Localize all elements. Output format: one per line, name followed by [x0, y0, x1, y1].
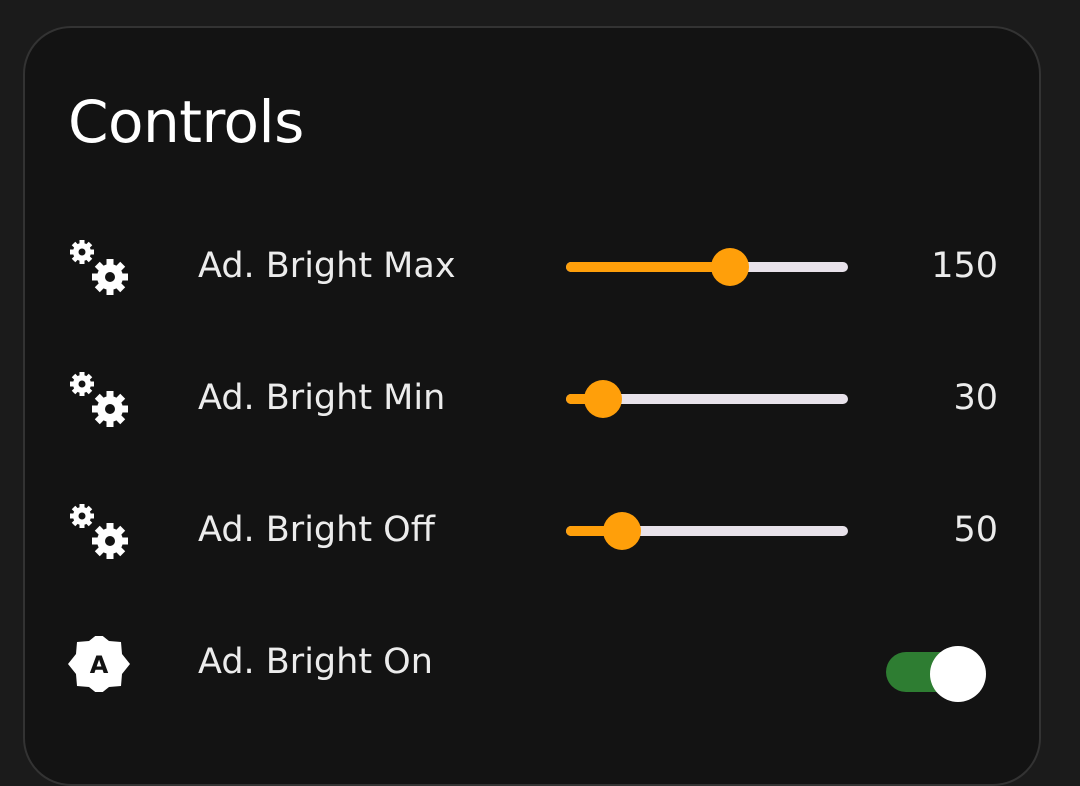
control-label: Ad. Bright Off [198, 510, 435, 550]
control-value: 30 [953, 378, 998, 418]
bright-max-slider[interactable] [566, 248, 848, 286]
auto-brightness-icon: A [66, 633, 134, 695]
gears-icon [66, 372, 134, 428]
control-row-bright-max: Ad. Bright Max 150 [0, 226, 1080, 306]
control-label: Ad. Bright Min [198, 378, 446, 418]
control-row-bright-off: Ad. Bright Off 50 [0, 490, 1080, 570]
slider-thumb[interactable] [711, 248, 749, 286]
control-row-bright-min: Ad. Bright Min 30 [0, 358, 1080, 438]
svg-text:A: A [90, 651, 109, 679]
slider-thumb[interactable] [584, 380, 622, 418]
control-value: 50 [953, 510, 998, 550]
slider-thumb[interactable] [603, 512, 641, 550]
bright-on-toggle[interactable] [886, 646, 986, 702]
gears-icon [66, 504, 134, 560]
control-label: Ad. Bright Max [198, 246, 456, 286]
control-row-bright-on: A Ad. Bright On [0, 622, 1080, 702]
bright-off-slider[interactable] [566, 512, 848, 550]
toggle-thumb[interactable] [930, 646, 986, 702]
control-label: Ad. Bright On [198, 642, 433, 682]
control-value: 150 [931, 246, 998, 286]
bright-min-slider[interactable] [566, 380, 848, 418]
card-title: Controls [68, 88, 304, 156]
gears-icon [66, 240, 134, 296]
slider-fill [566, 262, 730, 272]
